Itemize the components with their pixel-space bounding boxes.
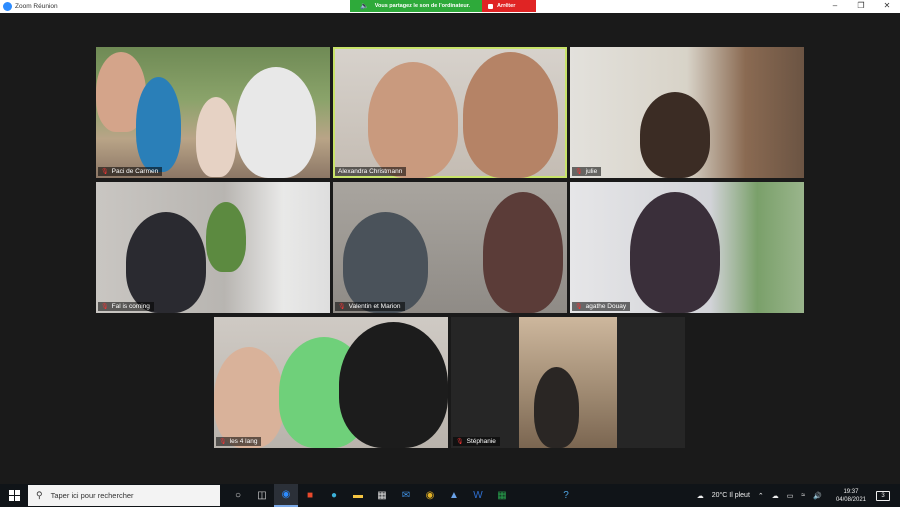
windows-logo-icon — [8, 490, 20, 501]
start-button[interactable] — [0, 484, 28, 507]
participant-name-label: 🎙 Paci de Carmen — [98, 167, 163, 176]
notification-icon[interactable]: 3 — [876, 490, 890, 501]
speaker-icon: 🔈 — [360, 3, 369, 10]
weather-text[interactable]: 20°C Il pleut — [712, 492, 750, 499]
chevron-up-icon[interactable]: ⌃ — [758, 492, 764, 500]
stop-icon — [488, 3, 493, 9]
video-tile[interactable]: 🎙 Valentin et Marion — [333, 182, 567, 313]
participant-name-label: 🎙 julie — [572, 167, 602, 176]
volume-icon[interactable]: 🔊 — [813, 492, 822, 500]
share-message: 🔈 Vous partagez le son de l'ordinateur. — [350, 0, 482, 12]
stop-share-button[interactable]: Arrêter — [482, 0, 536, 12]
participant-name-label: 🎙 Fal is coming — [98, 302, 154, 311]
video-tile[interactable]: 🎙 julie — [570, 47, 804, 178]
system-tray: ☁ 20°C Il pleut ⌃ ☁ ▭ ≈ 🔊 19:37 04/08/20… — [693, 484, 900, 507]
video-tile[interactable]: 🎙 les 4 lang — [214, 317, 448, 448]
taskbar-search[interactable]: ⚲ Taper ici pour rechercher — [28, 485, 220, 506]
video-tile[interactable]: 🎙 agathe Douay — [570, 182, 804, 313]
video-tile[interactable]: 🎙 Stéphanie — [451, 317, 685, 448]
chrome-icon[interactable]: ◉ — [418, 484, 442, 507]
maximize-button[interactable]: ❐ — [848, 0, 874, 13]
photos-icon[interactable]: ▲ — [442, 484, 466, 507]
share-banner: 🔈 Vous partagez le son de l'ordinateur. … — [350, 0, 536, 12]
video-gallery: 🎙 Paci de Carmen Alexandra Christmann 🎙 ju… — [0, 13, 900, 484]
minimize-button[interactable]: – — [822, 0, 848, 13]
close-button[interactable]: ✕ — [874, 0, 900, 13]
office-icon[interactable]: ■ — [298, 484, 322, 507]
store-icon[interactable]: ▦ — [370, 484, 394, 507]
network-icon[interactable]: ☁ — [772, 492, 779, 500]
participant-name-label: 🎙 Valentin et Marion — [335, 302, 405, 311]
task-view-icon[interactable]: ◫ — [250, 484, 274, 507]
excel-icon[interactable]: ▦ — [490, 484, 514, 507]
battery-icon[interactable]: ▭ — [787, 492, 794, 500]
mic-muted-icon: 🎙 — [101, 304, 109, 310]
mic-muted-icon: 🎙 — [575, 304, 583, 310]
video-tile[interactable]: Alexandra Christmann — [333, 47, 567, 178]
help-icon[interactable]: ? — [554, 484, 578, 507]
participant-name-label: 🎙 Stéphanie — [453, 437, 500, 446]
mail-icon[interactable]: ✉ — [394, 484, 418, 507]
mic-muted-icon: 🎙 — [219, 439, 227, 445]
video-tile[interactable]: 🎙 Fal is coming — [96, 182, 330, 313]
edge-icon[interactable]: ● — [322, 484, 346, 507]
video-tile[interactable]: 🎙 Paci de Carmen — [96, 47, 330, 178]
window-controls: – ❐ ✕ — [822, 0, 900, 13]
weather-icon: ☁ — [696, 492, 704, 500]
participant-name-label: 🎙 les 4 lang — [216, 437, 262, 446]
wifi-icon[interactable]: ≈ — [801, 492, 805, 499]
window-title: Zoom Réunion — [15, 3, 58, 10]
zoom-logo-icon — [3, 2, 12, 11]
zoom-app-icon[interactable]: ◉ — [274, 484, 298, 507]
search-icon: ⚲ — [36, 490, 43, 500]
participant-name-label: 🎙 agathe Douay — [572, 302, 631, 311]
mic-muted-icon: 🎙 — [338, 304, 346, 310]
cortana-icon[interactable]: ○ — [226, 484, 250, 507]
windows-taskbar: ⚲ Taper ici pour rechercher ○ ◫ ◉ ■ ● ▬ … — [0, 484, 900, 507]
word-icon[interactable]: W — [466, 484, 490, 507]
clock[interactable]: 19:37 04/08/2021 — [836, 488, 866, 504]
mic-muted-icon: 🎙 — [101, 169, 109, 175]
participant-name-label: Alexandra Christmann — [335, 167, 407, 176]
file-explorer-icon[interactable]: ▬ — [346, 484, 370, 507]
mic-muted-icon: 🎙 — [575, 169, 583, 175]
mic-muted-icon: 🎙 — [456, 439, 464, 445]
taskbar-apps: ○ ◫ ◉ ■ ● ▬ ▦ ✉ ◉ ▲ W ▦ ? — [226, 484, 578, 507]
